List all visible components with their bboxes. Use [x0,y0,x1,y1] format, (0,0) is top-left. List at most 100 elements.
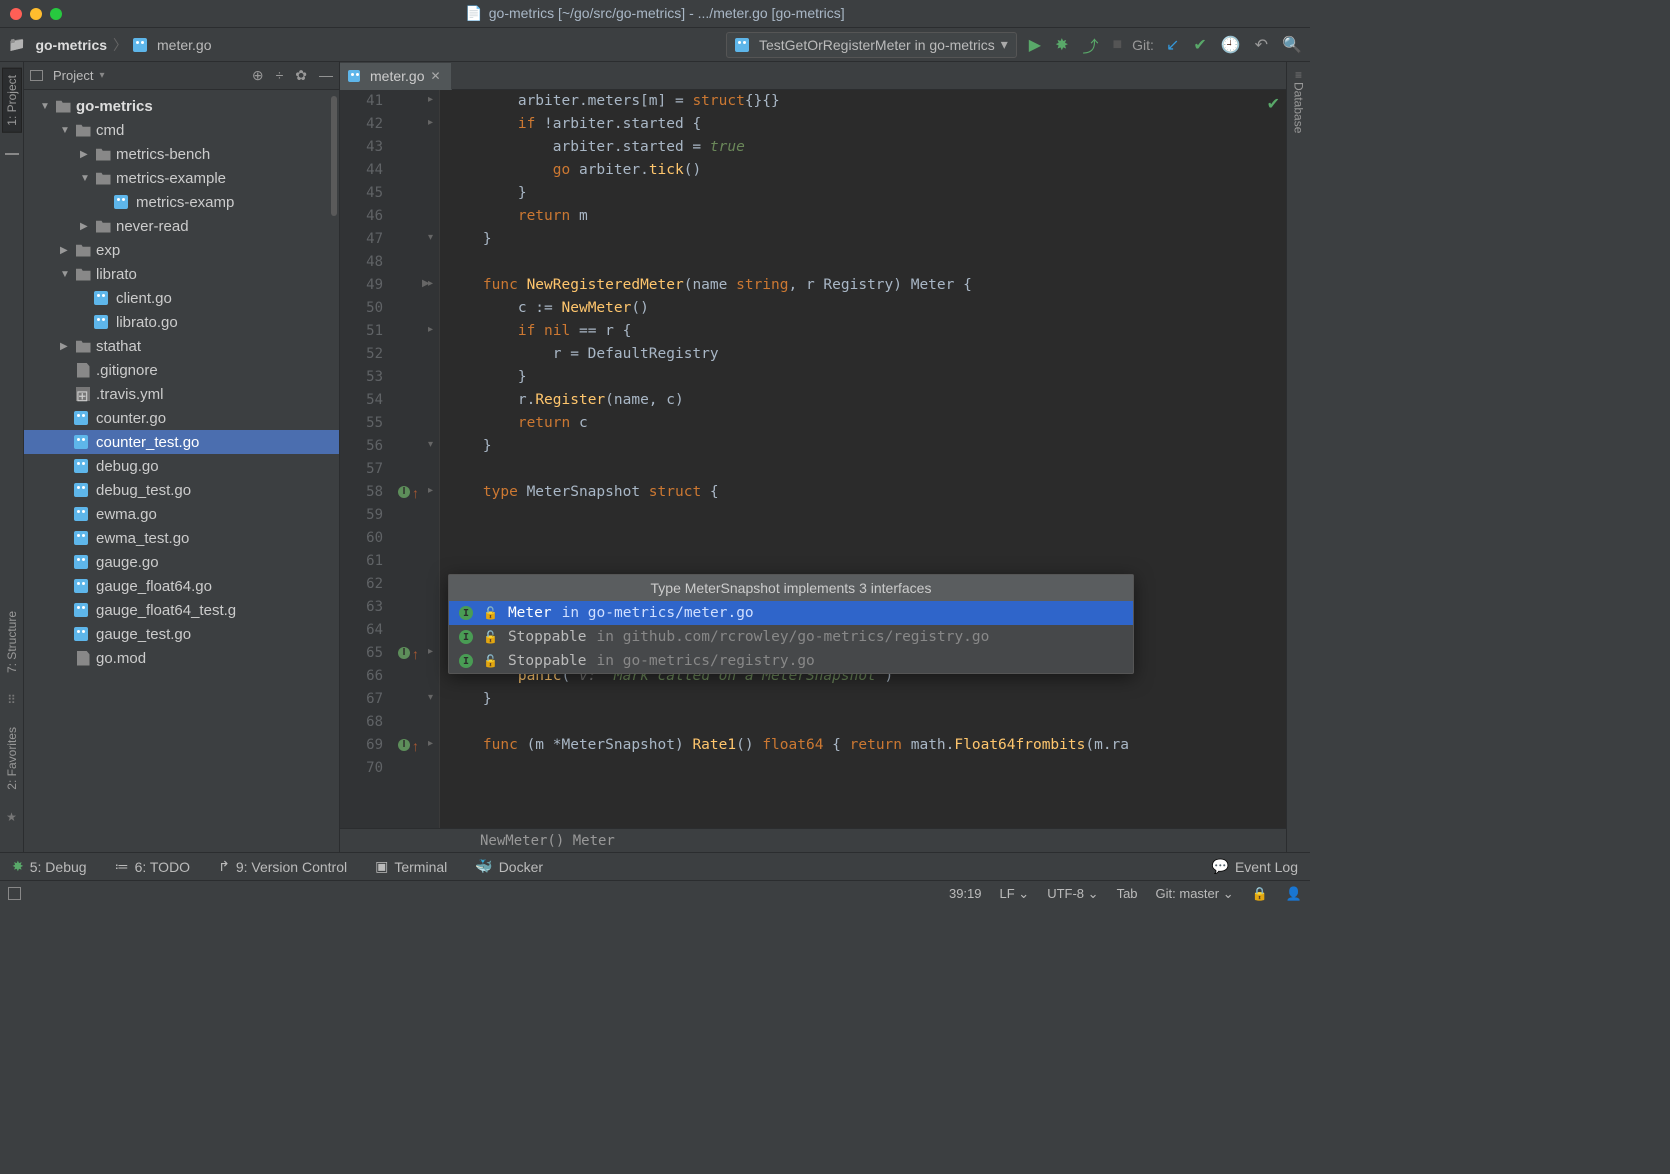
run-button[interactable]: ▶ [1029,35,1041,55]
popup-item-stoppable[interactable]: I🔓Stoppable in github.com/rcrowley/go-me… [449,625,1133,649]
tab-todo[interactable]: ≔6: TODO [115,858,191,875]
locate-button[interactable]: ⊕ [252,67,264,84]
tab-structure[interactable]: 7: Structure [5,611,19,673]
tree-item-stathat[interactable]: ▶stathat [24,334,339,358]
tree-item-counter-test-go[interactable]: counter_test.go [24,430,339,454]
folder-icon [74,340,92,353]
revert-button[interactable]: ↶ [1255,35,1268,55]
tree-item-label: metrics-bench [116,146,210,163]
tree-item-label: .gitignore [96,362,158,379]
breadcrumb-project[interactable]: go-metrics [35,37,107,53]
minimize-window-button[interactable] [30,8,42,20]
bottom-tool-tabs: ✸5: Debug ≔6: TODO ↱9: Version Control ▣… [0,852,1310,880]
code-editor[interactable]: ✔ 41424344454647484950515253545556575859… [340,90,1286,828]
folder-open-icon [74,124,92,137]
editor-tabs: meter.go ✕ [340,62,1286,90]
tree-item-cmd[interactable]: ▼cmd [24,118,339,142]
popup-item-meter[interactable]: I🔓Meter in go-metrics/meter.go [449,601,1133,625]
toolbar-actions: ▶ ✸ ⤴ ■ [1029,33,1122,57]
tree-item-metrics-example[interactable]: ▼metrics-example [24,166,339,190]
close-tab-button[interactable]: ✕ [430,69,440,83]
settings-button[interactable]: ✿ [295,67,307,84]
tree-item--gitignore[interactable]: .gitignore [24,358,339,382]
status-git-branch[interactable]: Git: master ⌄ [1156,886,1234,902]
tree-item-label: stathat [96,338,141,355]
project-tool-window: Project▾ ⊕ ÷ ✿ — ▼go-metrics▼cmd▶metrics… [24,62,340,852]
run-coverage-button[interactable]: ⤴ [1082,33,1098,57]
status-encoding[interactable]: UTF-8 ⌄ [1047,886,1098,902]
tab-debug[interactable]: ✸5: Debug [12,858,87,875]
go-file-icon [74,555,92,569]
editor-tab-meter-go[interactable]: meter.go ✕ [340,62,452,90]
tree-item-gauge-test-go[interactable]: gauge_test.go [24,622,339,646]
tree-item-librato-go[interactable]: librato.go [24,310,339,334]
tree-item-gauge-go[interactable]: gauge.go [24,550,339,574]
status-indent[interactable]: Tab [1117,886,1138,901]
tree-item-metrics-examp[interactable]: metrics-examp [24,190,339,214]
tree-item-never-read[interactable]: ▶never-read [24,214,339,238]
status-inspector-icon[interactable]: 👤 [1286,886,1302,902]
tab-version-control[interactable]: ↱9: Version Control [218,858,347,875]
tree-item-exp[interactable]: ▶exp [24,238,339,262]
tree-item-label: ewma_test.go [96,530,189,547]
go-file-icon [74,459,92,473]
tree-item-metrics-bench[interactable]: ▶metrics-bench [24,142,339,166]
tree-item-label: gauge_float64_test.g [96,602,236,619]
tree-item--travis-yml[interactable]: ⊞.travis.yml [24,382,339,406]
tab-terminal[interactable]: ▣Terminal [375,858,447,875]
interface-icon: I [459,654,473,668]
editor-breadcrumb[interactable]: NewMeter() Meter [340,828,1286,852]
tab-favorites[interactable]: 2: Favorites [5,727,19,790]
tree-item-debug-go[interactable]: debug.go [24,454,339,478]
code-content[interactable]: arbiter.meters[m] = struct{}{} if !arbit… [440,90,1286,828]
debug-button[interactable]: ✸ [1055,35,1068,55]
status-line-ending[interactable]: LF ⌄ [1000,886,1030,902]
tab-database[interactable]: Database [1292,82,1306,133]
implements-popup: Type MeterSnapshot implements 3 interfac… [448,574,1134,674]
vcs-update-button[interactable]: ↙ [1166,35,1179,55]
scrollbar-thumb[interactable] [331,96,337,216]
tree-item-librato[interactable]: ▼librato [24,262,339,286]
go-file-icon [348,70,360,82]
history-button[interactable]: 🕘 [1221,35,1241,55]
project-panel-title[interactable]: Project▾ [53,68,105,83]
go-file-icon [74,507,92,521]
tree-item-ewma-test-go[interactable]: ewma_test.go [24,526,339,550]
status-position[interactable]: 39:19 [949,886,982,901]
tree-item-label: go.mod [96,650,146,667]
tab-event-log[interactable]: 💬Event Log [1212,858,1299,875]
tree-item-client-go[interactable]: client.go [24,286,339,310]
yml-icon: ⊞ [74,387,92,401]
status-lock-icon[interactable]: 🔒 [1252,886,1268,902]
nav-toolbar: go-metrics 〉 meter.go TestGetOrRegisterM… [0,28,1310,62]
interface-icon: I [459,606,473,620]
popup-item-stoppable[interactable]: I🔓Stoppable in go-metrics/registry.go [449,649,1133,673]
tree-item-label: counter_test.go [96,434,199,451]
search-everywhere-button[interactable]: 🔍 [1282,35,1302,55]
go-test-icon [735,38,749,52]
tree-item-debug-test-go[interactable]: debug_test.go [24,478,339,502]
gutter[interactable]: 4142434445464748495051525354555657585960… [340,90,440,828]
hide-button[interactable]: — [319,67,333,84]
vcs-commit-button[interactable]: ✔ [1193,35,1206,55]
tree-item-go-mod[interactable]: go.mod [24,646,339,670]
tool-windows-toggle[interactable] [8,887,21,900]
tree-item-ewma-go[interactable]: ewma.go [24,502,339,526]
go-file-icon [74,483,92,497]
tree-item-gauge-float64-test-g[interactable]: gauge_float64_test.g [24,598,339,622]
breadcrumb[interactable]: go-metrics 〉 meter.go [8,35,212,55]
close-window-button[interactable] [10,8,22,20]
run-config-selector[interactable]: TestGetOrRegisterMeter in go-metrics ▾ [726,32,1017,58]
expand-button[interactable]: ÷ [276,67,284,84]
project-tree[interactable]: ▼go-metrics▼cmd▶metrics-bench▼metrics-ex… [24,90,339,852]
tab-docker[interactable]: 🐳Docker [475,858,543,875]
project-panel-header: Project▾ ⊕ ÷ ✿ — [24,62,339,90]
breadcrumb-file[interactable]: meter.go [157,37,211,53]
tab-project[interactable]: 1: Project [2,68,22,133]
interface-icon: I [459,630,473,644]
tree-item-counter-go[interactable]: counter.go [24,406,339,430]
titlebar: 📄go-metrics [~/go/src/go-metrics] - .../… [0,0,1310,28]
tree-item-gauge-float64-go[interactable]: gauge_float64.go [24,574,339,598]
tree-item-go-metrics[interactable]: ▼go-metrics [24,94,339,118]
zoom-window-button[interactable] [50,8,62,20]
